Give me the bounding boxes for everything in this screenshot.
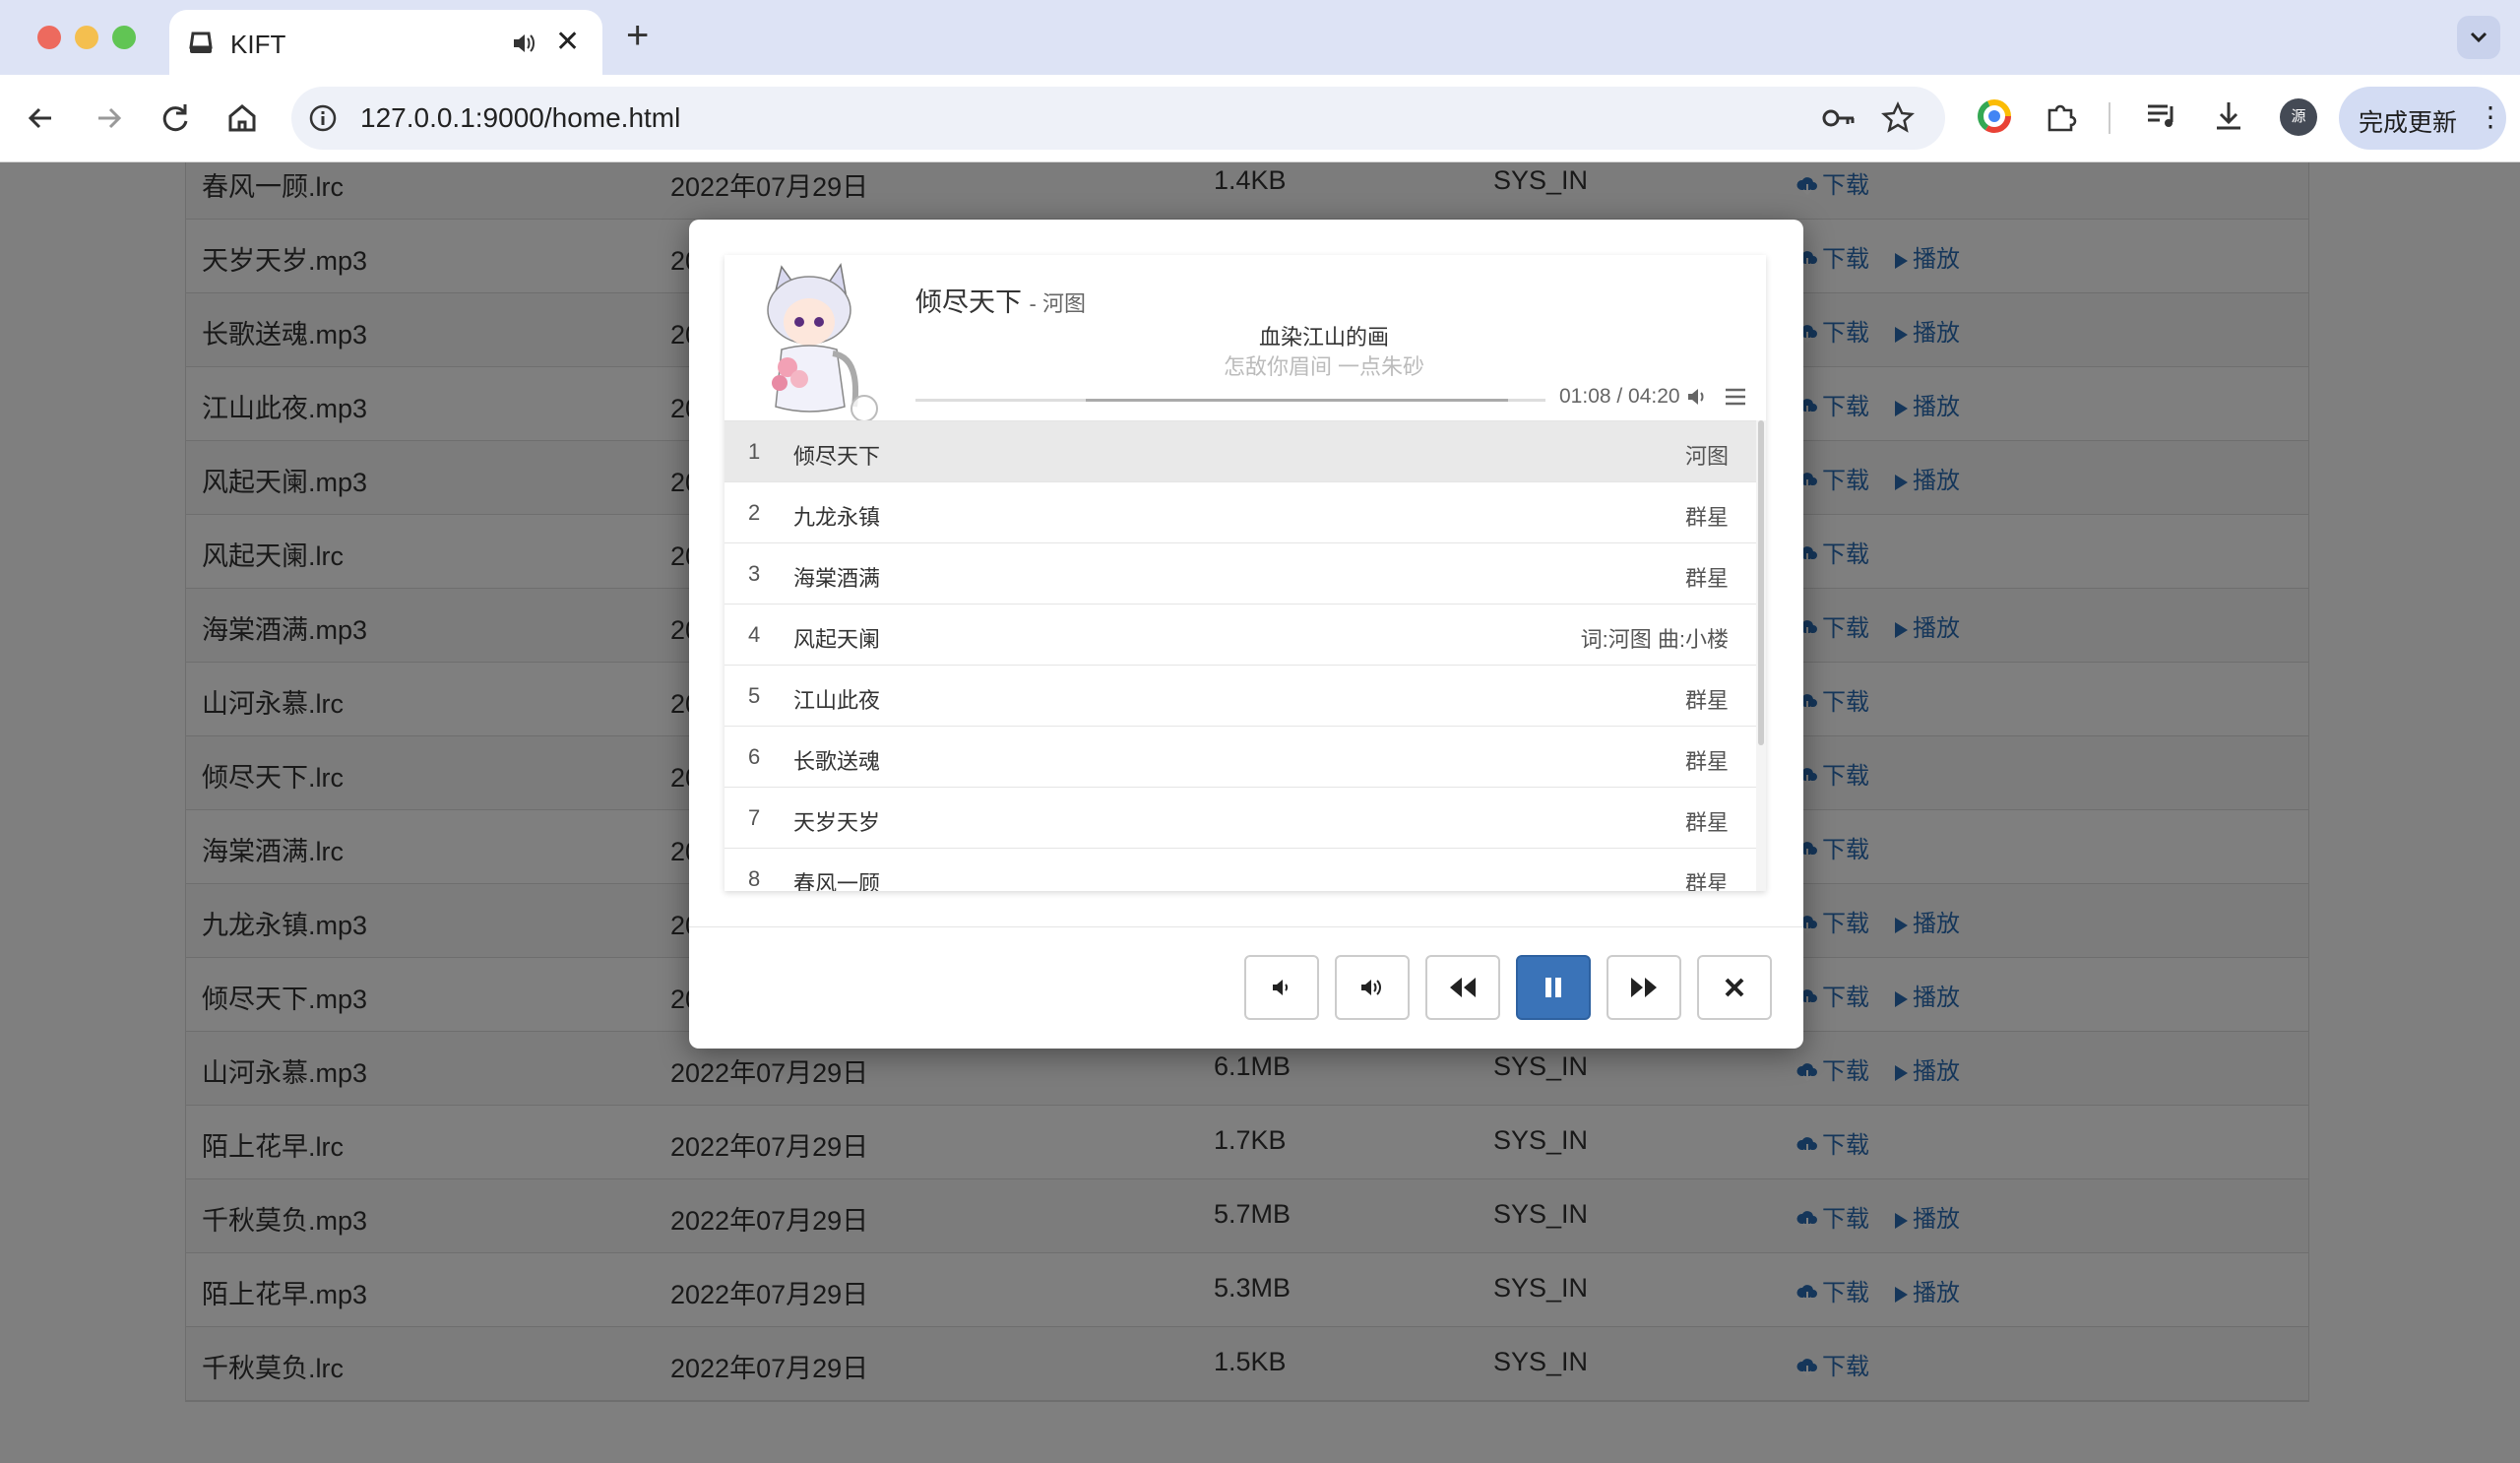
url-text: 127.0.0.1:9000/home.html bbox=[360, 102, 681, 133]
backward-icon bbox=[1450, 978, 1476, 997]
song-artist: - 河图 bbox=[1029, 291, 1086, 316]
song-title-text: 倾尽天下 bbox=[915, 287, 1022, 317]
extensions-puzzle-icon[interactable] bbox=[2042, 96, 2081, 136]
back-icon[interactable] bbox=[22, 98, 61, 138]
playlist-item-artist: 群星 bbox=[1684, 688, 1729, 713]
playlist-item-artist: 词:河图 曲:小楼 bbox=[1580, 627, 1729, 652]
playlist-item-index: 6 bbox=[748, 744, 761, 769]
bookmark-star-icon[interactable] bbox=[1880, 100, 1916, 136]
chrome-extension-icon[interactable] bbox=[1975, 96, 2014, 136]
download-icon[interactable] bbox=[2209, 96, 2248, 136]
playlist-item-title: 春风一顾 bbox=[793, 871, 881, 891]
volume-down-button[interactable] bbox=[1244, 955, 1319, 1020]
playlist-item-index: 4 bbox=[748, 622, 761, 647]
playlist-item-index: 7 bbox=[748, 805, 761, 830]
music-player-modal: 倾尽天下 - 河图 血染江山的画 怎敌你眉间 一点朱砂 01:08 / 04:2… bbox=[689, 220, 1803, 1049]
new-tab-icon[interactable]: + bbox=[626, 14, 649, 57]
tab-title: KIFT bbox=[230, 30, 286, 59]
playlist-item-title: 九龙永镇 bbox=[793, 505, 881, 530]
pause-icon bbox=[1545, 978, 1561, 997]
playlist-item[interactable]: 1 倾尽天下 河图 bbox=[724, 420, 1756, 481]
playlist-item-index: 1 bbox=[748, 439, 761, 464]
close-icon bbox=[1725, 978, 1744, 997]
song-title: 倾尽天下 - 河图 bbox=[915, 281, 1086, 319]
reload-icon[interactable] bbox=[156, 98, 195, 138]
playlist-item-index: 5 bbox=[748, 683, 761, 708]
pause-button[interactable] bbox=[1516, 955, 1591, 1020]
progress-played bbox=[915, 399, 1086, 402]
playlist-item[interactable]: 3 海棠酒满 群星 bbox=[724, 542, 1756, 604]
playlist: 1 倾尽天下 河图 2 九龙永镇 群星 3 海棠酒满 群星 4 风起天阑 词:河图 曲:小楼 5 江山此夜… bbox=[724, 420, 1766, 891]
playlist-item-artist: 群星 bbox=[1684, 749, 1729, 774]
next-track-button[interactable] bbox=[1606, 955, 1681, 1020]
modal-footer bbox=[689, 926, 1803, 1050]
site-info-icon[interactable] bbox=[307, 102, 339, 134]
tab-audio-icon[interactable] bbox=[510, 30, 537, 57]
tab-favicon-icon bbox=[189, 32, 213, 53]
playlist-item[interactable]: 8 春风一顾 群星 bbox=[724, 848, 1756, 891]
playlist-item[interactable]: 6 长歌送魂 群星 bbox=[724, 726, 1756, 787]
tab-close-icon[interactable]: ✕ bbox=[555, 28, 580, 57]
playlist-item-title: 风起天阑 bbox=[793, 627, 881, 652]
update-button[interactable]: 完成更新 ⋮ bbox=[2339, 87, 2506, 150]
playlist-item-title: 长歌送魂 bbox=[793, 749, 881, 774]
playlist-scroll-thumb[interactable] bbox=[1758, 420, 1764, 745]
chevron-down-icon bbox=[2470, 32, 2488, 43]
playlist-item-index: 8 bbox=[748, 866, 761, 891]
tab-search-button[interactable] bbox=[2457, 16, 2500, 59]
playlist-item[interactable]: 2 九龙永镇 群星 bbox=[724, 481, 1756, 542]
window-minimize-button[interactable] bbox=[75, 26, 98, 49]
volume-down-icon bbox=[1273, 980, 1289, 995]
playback-time: 01:08 / 04:20 bbox=[1559, 385, 1680, 408]
volume-up-button[interactable] bbox=[1335, 955, 1410, 1020]
previous-track-button[interactable] bbox=[1425, 955, 1500, 1020]
playlist-item-artist: 河图 bbox=[1684, 444, 1729, 469]
playlist-item-index: 2 bbox=[748, 500, 761, 525]
more-menu-icon[interactable]: ⋮ bbox=[2477, 100, 2504, 133]
playlist-menu-icon[interactable] bbox=[1725, 387, 1746, 407]
browser-tab[interactable]: KIFT ✕ bbox=[169, 10, 602, 75]
playlist-item-title: 天岁天岁 bbox=[793, 810, 881, 835]
toolbar-divider bbox=[2109, 102, 2110, 134]
playlist-scrollbar[interactable] bbox=[1756, 420, 1766, 891]
window-close-button[interactable] bbox=[37, 26, 61, 49]
playlist-item-index: 3 bbox=[748, 561, 761, 586]
progress-bar[interactable] bbox=[915, 399, 1545, 402]
volume-icon[interactable] bbox=[1685, 385, 1709, 409]
close-player-button[interactable] bbox=[1697, 955, 1772, 1020]
browser-title-bar: KIFT ✕ + bbox=[0, 0, 2520, 75]
playlist-item-title: 倾尽天下 bbox=[793, 444, 881, 469]
media-control-icon[interactable] bbox=[2142, 96, 2181, 136]
playlist-item-artist: 群星 bbox=[1684, 566, 1729, 591]
lyric-current: 血染江山的画 bbox=[1258, 325, 1389, 350]
playlist-item[interactable]: 7 天岁天岁 群星 bbox=[724, 787, 1756, 848]
playlist-item-title: 海棠酒满 bbox=[793, 566, 881, 591]
address-bar[interactable]: 127.0.0.1:9000/home.html bbox=[291, 87, 1945, 150]
home-icon[interactable] bbox=[222, 98, 262, 138]
playlist-item-title: 江山此夜 bbox=[793, 688, 881, 713]
playlist-item[interactable]: 4 风起天阑 词:河图 曲:小楼 bbox=[724, 604, 1756, 665]
profile-avatar[interactable]: 源 bbox=[2280, 98, 2317, 136]
playlist-item-artist: 群星 bbox=[1684, 871, 1729, 891]
playlist-item[interactable]: 5 江山此夜 群星 bbox=[724, 665, 1756, 726]
playlist-item-artist: 群星 bbox=[1684, 810, 1729, 835]
browser-toolbar: 127.0.0.1:9000/home.html 源 完成更新 ⋮ bbox=[0, 75, 2520, 162]
forward-icon bbox=[1631, 978, 1657, 997]
aplayer: 倾尽天下 - 河图 血染江山的画 怎敌你眉间 一点朱砂 01:08 / 04:2… bbox=[724, 255, 1766, 891]
forward-icon[interactable] bbox=[89, 98, 128, 138]
update-button-label: 完成更新 bbox=[2359, 109, 2458, 137]
window-zoom-button[interactable] bbox=[112, 26, 136, 49]
page-content: 春风一顾.lrc2022年07月29日1.4KBSYS_IN下载天岁天岁.mp3… bbox=[0, 162, 2520, 1463]
cover-pause-button[interactable] bbox=[850, 395, 878, 422]
song-artist-text: 河图 bbox=[1041, 291, 1086, 316]
volume-up-icon bbox=[1361, 980, 1381, 995]
playlist-item-artist: 群星 bbox=[1684, 505, 1729, 530]
lyric-next: 怎敌你眉间 一点朱砂 bbox=[1223, 354, 1425, 379]
password-key-icon[interactable] bbox=[1821, 102, 1857, 134]
